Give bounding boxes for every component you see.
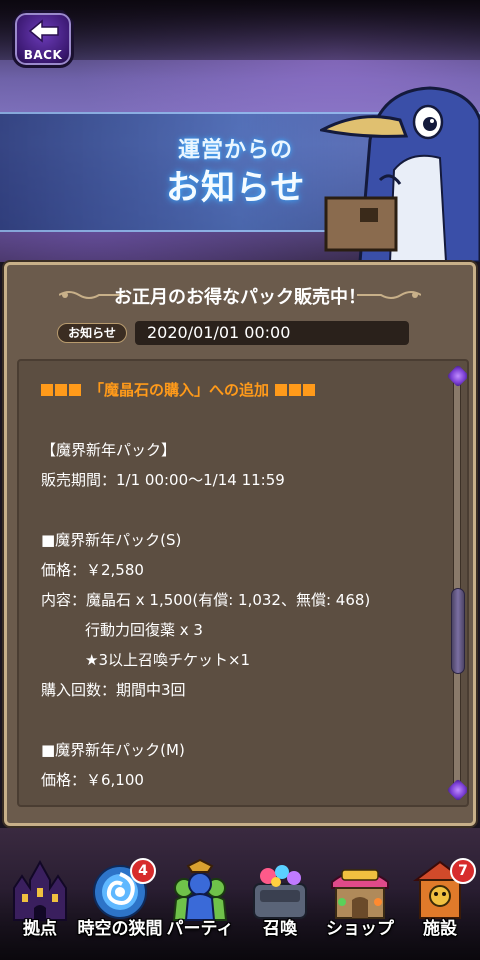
castle-icon	[13, 859, 67, 921]
notice-line: ★3以上召喚チケット×1	[85, 651, 251, 669]
notice-panel: お正月のお得なパック販売中！ お知らせ 2020/01/01 00:00 「魔晶…	[4, 262, 476, 826]
nav-badge-facility: 7	[450, 858, 476, 884]
prinny-mascot-icon	[320, 86, 480, 262]
notice-line: 購入回数：期間中3回	[41, 681, 186, 699]
bottom-nav: 拠点 4 時空の狭間 パーティ 召喚 ショップ 7 施設	[0, 852, 480, 960]
notice-line: 販売期間：1/1 00:00〜1/14 11:59	[41, 471, 285, 489]
summon-icon	[253, 865, 307, 919]
notice-line: 「魔晶石の購入」への追加	[41, 375, 441, 405]
notice-line: ■魔界新年パック(M)	[41, 741, 185, 759]
orange-squares-icon	[41, 381, 83, 399]
notice-line: 【魔界新年パック】	[41, 441, 177, 459]
header-banner: 運営からの お知らせ BACK	[0, 0, 480, 262]
notice-line: 価格：￥2,580	[41, 561, 144, 579]
nav-item-shop[interactable]: ショップ	[320, 852, 400, 960]
notice-line: 価格：￥6,100	[41, 771, 144, 789]
nav-item-base[interactable]: 拠点	[0, 852, 80, 960]
banner-title-line2: お知らせ	[166, 168, 306, 208]
scrollbar[interactable]	[446, 364, 467, 802]
notice-line-text: 「魔晶石の購入」への追加	[89, 381, 270, 399]
notice-spacer	[41, 705, 441, 735]
notice-line: 行動力回復薬 x 3	[85, 621, 203, 639]
notice-line: 内容：魔晶石 x 1,500(有償: 1,032、無償: 468)	[41, 591, 371, 609]
nav-item-party[interactable]: パーティ	[160, 852, 240, 960]
nav-item-summon[interactable]: 召喚	[240, 852, 320, 960]
nav-label-facility: 施設	[423, 919, 457, 939]
notice-line: ■魔界新年パック(S)	[41, 531, 182, 549]
scrollbar-thumb[interactable]	[451, 588, 465, 674]
shop-icon	[331, 869, 389, 919]
scroll-down-icon[interactable]	[446, 778, 467, 802]
nav-item-dimension-gap[interactable]: 4 時空の狭間	[78, 852, 163, 960]
notice-body: 「魔晶石の購入」への追加【魔界新年パック】販売期間：1/1 00:00〜1/14…	[41, 375, 441, 795]
notice-spacer	[41, 495, 441, 525]
scroll-up-icon[interactable]	[446, 364, 467, 388]
party-icon	[172, 858, 228, 921]
nav-badge-dimension-gap: 4	[130, 858, 156, 884]
notice-spacer	[41, 405, 441, 435]
title-ornament-right-icon	[357, 291, 421, 299]
notice-date: 2020/01/01 00:00	[135, 321, 409, 345]
nav-item-facility[interactable]: 7 施設	[400, 852, 480, 960]
back-label: BACK	[23, 48, 63, 62]
orange-squares-icon	[275, 381, 317, 399]
back-arrow-icon	[28, 19, 59, 43]
back-button[interactable]: BACK	[12, 10, 74, 68]
notice-content-area[interactable]: 「魔晶石の購入」への追加【魔界新年パック】販売期間：1/1 00:00〜1/14…	[17, 359, 469, 807]
notice-category-tag: お知らせ	[57, 323, 127, 343]
